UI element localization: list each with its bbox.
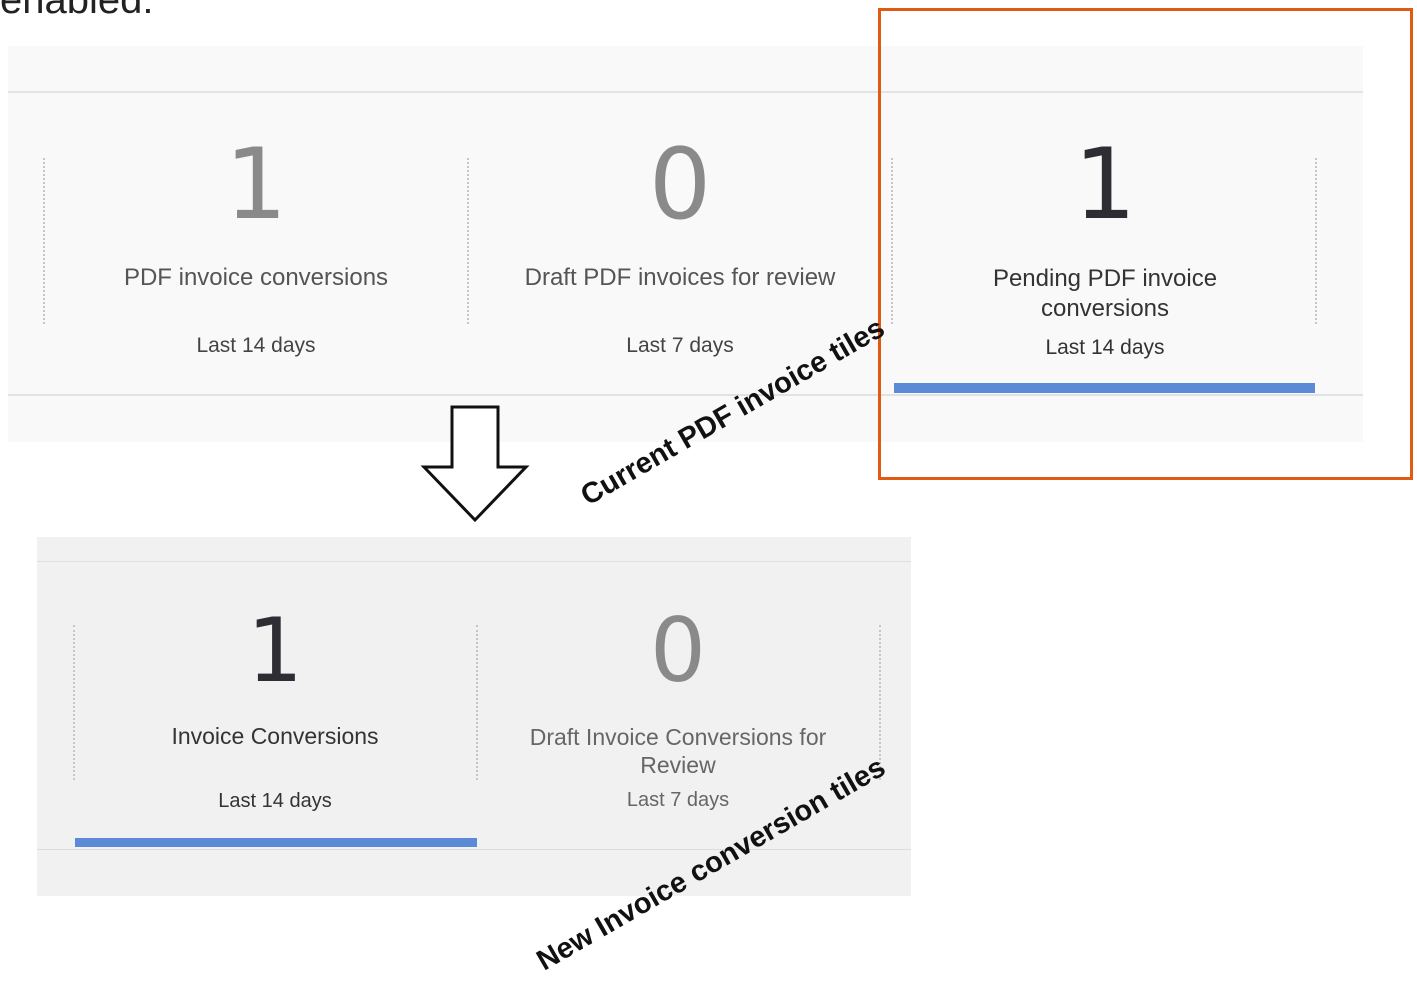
tile-count: 0 bbox=[650, 599, 706, 702]
tile-invoice-conversions[interactable]: 1 Invoice Conversions Last 14 days bbox=[77, 607, 473, 813]
tile-count: 1 bbox=[224, 128, 288, 242]
tile-count: 1 bbox=[247, 599, 303, 702]
tile-period: Last 14 days bbox=[196, 334, 316, 357]
tile-label: Draft Invoice Conversions for Review bbox=[529, 724, 827, 778]
tile-draft-invoice-conversions[interactable]: 0 Draft Invoice Conversions for Review L… bbox=[503, 607, 853, 812]
tile-divider bbox=[476, 625, 478, 780]
header-text: enabled: bbox=[0, 0, 154, 22]
tile-divider bbox=[879, 625, 881, 780]
tile-period: Last 14 days bbox=[218, 790, 332, 812]
selected-tile-indicator bbox=[75, 838, 477, 847]
tile-label: Invoice Conversions bbox=[171, 723, 379, 749]
down-arrow-icon bbox=[420, 405, 530, 523]
tile-count: 0 bbox=[648, 128, 712, 242]
tile-divider bbox=[73, 625, 75, 780]
tile-pdf-invoice-conversions[interactable]: 1 PDF invoice conversions Last 14 days bbox=[48, 136, 464, 358]
tile-draft-pdf-invoices[interactable]: 0 Draft PDF invoices for review Last 7 d… bbox=[472, 136, 888, 358]
tile-label: Draft PDF invoices for review bbox=[524, 264, 836, 291]
panel-top-divider bbox=[37, 561, 911, 562]
panel-bottom-divider bbox=[37, 849, 911, 850]
highlight-box bbox=[878, 8, 1413, 480]
tile-divider bbox=[467, 158, 469, 324]
tile-label: PDF invoice conversions bbox=[123, 264, 389, 291]
tile-divider bbox=[43, 158, 45, 324]
